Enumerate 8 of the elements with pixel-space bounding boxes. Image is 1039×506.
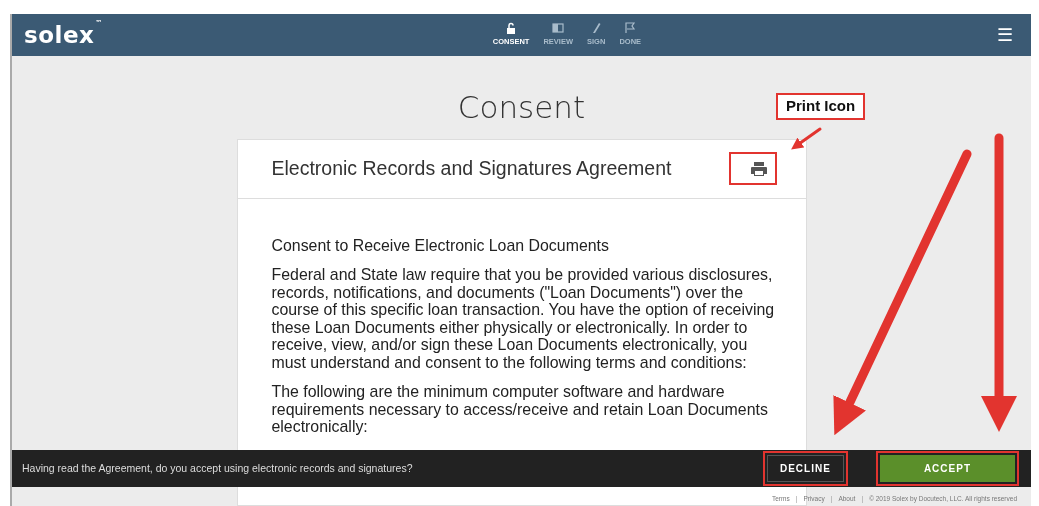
- page-title: Consent: [457, 88, 586, 127]
- section-heading: Consent to Receive Electronic Loan Documents: [271, 236, 610, 254]
- paragraph: Federal and State law require that you be provided various disclosures, records, notifications, and documents ("Loan Documents") over the course of this specific loan transaction. You have the option of receiving these Loan Documents either physically or electronically. In order to receive, view, and/or sign these Loan Documents electronically, you must understand and consent to the following terms and conditions:: [271, 266, 776, 371]
- card-title: Electronic Records and Signatures Agreement: [271, 155, 672, 181]
- consent-question: Having read the Agreement, do you accept using electronic records and signatures?: [22, 460, 414, 476]
- menu-button[interactable]: ☰: [991, 26, 1019, 44]
- callout-label: Print Icon: [776, 93, 866, 120]
- paragraph: The following are the minimum computer software and hardware requirements necessary to access/receive and retain Loan Documents electronically:: [271, 383, 769, 436]
